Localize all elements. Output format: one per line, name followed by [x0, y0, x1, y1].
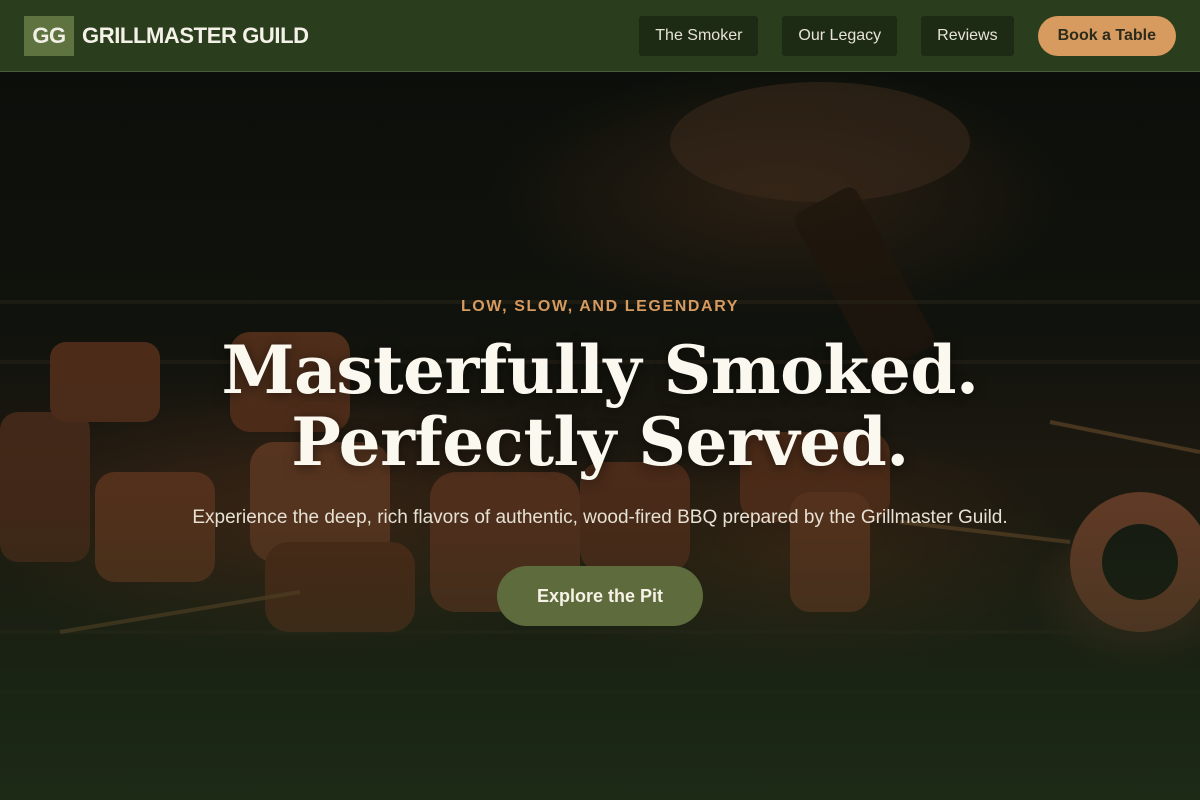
hero-section: LOW, SLOW, AND LEGENDARY Masterfully Smo…	[0, 72, 1200, 800]
brand-name: GRILLMASTER GUILD	[82, 22, 309, 48]
site-header: GG GRILLMASTER GUILD The Smoker Our Lega…	[0, 0, 1200, 72]
book-table-button[interactable]: Book a Table	[1037, 15, 1176, 56]
nav-link-the-smoker[interactable]: The Smoker	[639, 15, 759, 56]
headline-line-1: Masterfully Smoked.	[221, 331, 979, 409]
nav-link-our-legacy[interactable]: Our Legacy	[782, 15, 898, 56]
hero-headline: Masterfully Smoked. Perfectly Served.	[222, 334, 979, 478]
hero-subtext: Experience the deep, rich flavors of aut…	[192, 507, 1008, 528]
hero-content: LOW, SLOW, AND LEGENDARY Masterfully Smo…	[0, 72, 1200, 800]
main-nav: The Smoker Our Legacy Reviews Book a Tab…	[639, 15, 1176, 56]
brand-logo[interactable]: GG GRILLMASTER GUILD	[24, 15, 309, 56]
headline-line-2: Perfectly Served.	[291, 403, 909, 481]
brand-mark: GG	[24, 15, 74, 56]
nav-link-reviews[interactable]: Reviews	[921, 15, 1014, 56]
explore-pit-button[interactable]: Explore the Pit	[496, 566, 704, 626]
hero-eyebrow: LOW, SLOW, AND LEGENDARY	[460, 298, 740, 315]
